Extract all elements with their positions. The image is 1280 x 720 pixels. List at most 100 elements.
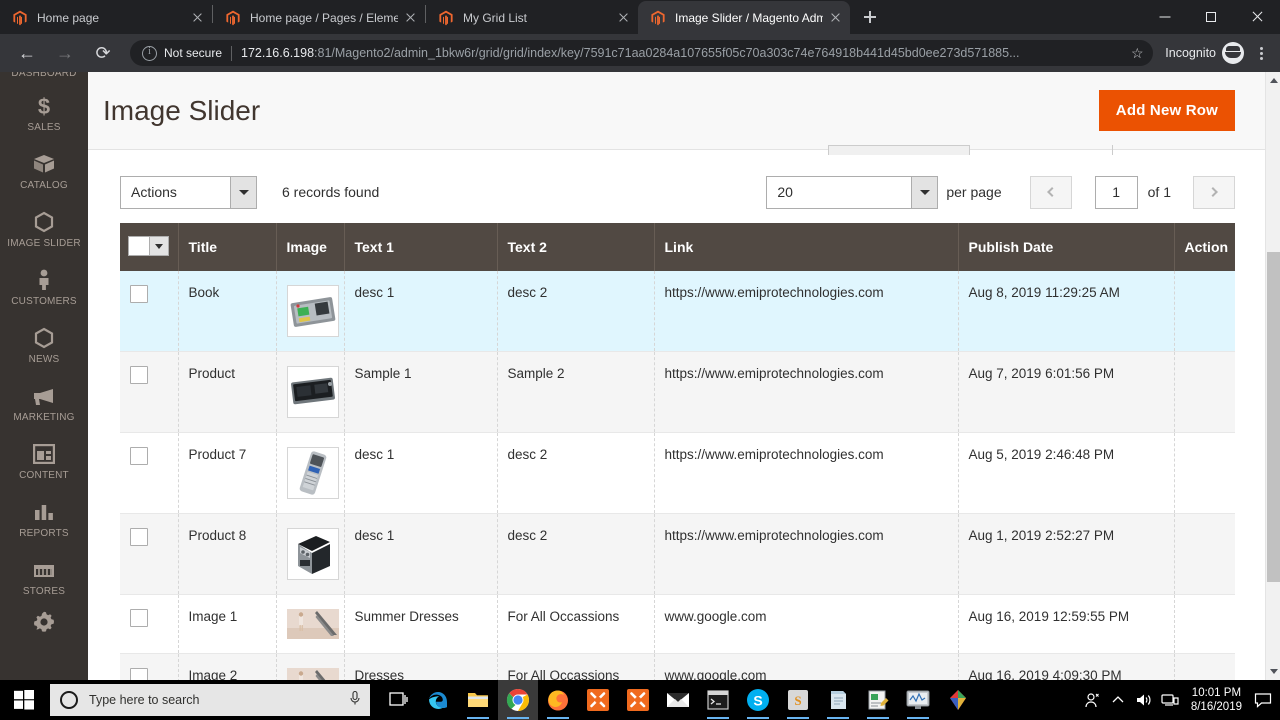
mail-icon[interactable]: [658, 680, 698, 720]
mass-actions-select[interactable]: Actions: [120, 175, 257, 209]
sidebar-item-system[interactable]: [0, 606, 88, 632]
row-select-cell[interactable]: [120, 594, 179, 654]
column-header-text1[interactable]: Text 1: [344, 223, 498, 271]
table-row[interactable]: Book desc 1 desc 2 https://www.emiprotec…: [120, 271, 1235, 352]
back-button[interactable]: ←: [13, 39, 41, 67]
close-icon[interactable]: [827, 9, 844, 26]
chevron-down-icon[interactable]: [149, 237, 168, 255]
column-header-link[interactable]: Link: [654, 223, 959, 271]
scroll-up-arrow-icon[interactable]: [1266, 72, 1280, 89]
browser-tab-1[interactable]: Home page: [0, 1, 212, 34]
browser-tab-2[interactable]: Home page / Pages / Elements /: [213, 1, 425, 34]
cell-action[interactable]: [1174, 351, 1235, 433]
cell-action[interactable]: [1174, 271, 1235, 352]
row-select-cell[interactable]: [120, 271, 179, 352]
cell-action[interactable]: [1174, 653, 1235, 680]
row-select-cell[interactable]: [120, 432, 179, 514]
start-button[interactable]: [0, 680, 48, 720]
maximize-button[interactable]: [1188, 0, 1234, 33]
file-explorer-icon[interactable]: [458, 680, 498, 720]
new-tab-button[interactable]: [856, 3, 884, 31]
chevron-down-icon[interactable]: [911, 175, 939, 209]
diamond-icon[interactable]: [938, 680, 978, 720]
column-header-title[interactable]: Title: [178, 223, 277, 271]
mass-select-dropdown[interactable]: [128, 236, 169, 256]
table-row[interactable]: Product 7 desc 1 desc 2 https://www.emip…: [120, 432, 1235, 514]
profile-indicator[interactable]: Incognito: [1165, 42, 1244, 64]
table-row[interactable]: Product 8 desc 1 desc 2 https://www.emip…: [120, 513, 1235, 595]
row-select-cell[interactable]: [120, 513, 179, 595]
row-checkbox[interactable]: [130, 447, 148, 465]
people-icon[interactable]: [1079, 680, 1105, 720]
forward-button[interactable]: →: [51, 39, 79, 67]
sidebar-item-dashboard[interactable]: DASHBOARD: [0, 72, 88, 84]
cell-action[interactable]: [1174, 432, 1235, 514]
sidebar-item-content[interactable]: CONTENT: [0, 432, 88, 490]
row-checkbox[interactable]: [130, 528, 148, 546]
edge-icon[interactable]: [418, 680, 458, 720]
notepad-icon[interactable]: [818, 680, 858, 720]
action-center-icon[interactable]: [1250, 680, 1276, 720]
next-page-button[interactable]: [1193, 175, 1235, 209]
column-header-text2[interactable]: Text 2: [497, 223, 655, 271]
sidebar-item-stores[interactable]: STORES: [0, 548, 88, 606]
row-checkbox[interactable]: [130, 285, 148, 303]
address-bar[interactable]: Not secure 172.16.6.198:81/Magento2/admi…: [130, 40, 1154, 66]
table-row[interactable]: Image 1 Summer Dresses For All Occassion…: [120, 594, 1235, 654]
row-select-cell[interactable]: [120, 653, 179, 680]
microphone-icon[interactable]: [348, 690, 362, 711]
info-icon[interactable]: [142, 45, 157, 61]
sidebar-item-catalog[interactable]: CATALOG: [0, 142, 88, 200]
sublime-text-icon[interactable]: S: [778, 680, 818, 720]
previous-page-button[interactable]: [1029, 175, 1072, 209]
per-page-select[interactable]: 20: [766, 175, 939, 209]
sidebar-item-reports[interactable]: REPORTS: [0, 490, 88, 548]
taskbar-search-box[interactable]: Type here to search: [50, 684, 370, 716]
row-checkbox[interactable]: [130, 668, 148, 680]
task-view-icon[interactable]: [378, 680, 418, 720]
scrollbar-thumb[interactable]: [1267, 252, 1280, 582]
select-all-header[interactable]: [120, 223, 179, 271]
row-checkbox[interactable]: [130, 366, 148, 384]
row-checkbox[interactable]: [130, 609, 148, 627]
skype-icon[interactable]: S: [738, 680, 778, 720]
sidebar-item-image-slider[interactable]: IMAGE SLIDER: [0, 200, 88, 258]
monitor-icon[interactable]: [898, 680, 938, 720]
select-all-checkbox[interactable]: [129, 237, 149, 255]
column-header-publish-date[interactable]: Publish Date: [958, 223, 1175, 271]
cell-action[interactable]: [1174, 513, 1235, 595]
reload-icon[interactable]: ⟳: [89, 39, 117, 67]
close-icon[interactable]: [402, 9, 419, 26]
sidebar-item-customers[interactable]: CUSTOMERS: [0, 258, 88, 316]
page-number-input[interactable]: 1: [1094, 175, 1138, 209]
sidebar-item-news[interactable]: NEWS: [0, 316, 88, 374]
row-select-cell[interactable]: [120, 351, 179, 433]
taskbar-clock[interactable]: 10:01 PM 8/16/2019: [1183, 686, 1250, 714]
browser-tab-4-active[interactable]: Image Slider / Magento Admin: [638, 1, 850, 34]
network-icon[interactable]: [1157, 680, 1183, 720]
scroll-down-arrow-icon[interactable]: [1266, 663, 1280, 680]
chrome-icon[interactable]: [498, 680, 538, 720]
command-prompt-icon[interactable]: [698, 680, 738, 720]
cell-action[interactable]: [1174, 594, 1235, 654]
sidebar-item-sales[interactable]: $ SALES: [0, 84, 88, 142]
chevron-down-icon[interactable]: [230, 175, 257, 209]
table-row[interactable]: Image 2 Dresses For All Occassions www.g…: [120, 653, 1235, 680]
firefox-icon[interactable]: [538, 680, 578, 720]
show-hidden-icons-chevron-icon[interactable]: [1105, 680, 1131, 720]
column-header-image[interactable]: Image: [276, 223, 345, 271]
table-row[interactable]: Product Sample 1 Sample 2 https://www.em…: [120, 351, 1235, 433]
close-icon[interactable]: [615, 9, 632, 26]
bookmark-star-icon[interactable]: ☆: [1127, 45, 1147, 62]
volume-icon[interactable]: [1131, 680, 1157, 720]
column-header-action[interactable]: Action: [1174, 223, 1235, 271]
xampp-icon[interactable]: [578, 680, 618, 720]
close-icon[interactable]: [189, 9, 206, 26]
page-scrollbar[interactable]: [1265, 72, 1280, 680]
browser-tab-3[interactable]: My Grid List: [426, 1, 638, 34]
editor-icon[interactable]: [858, 680, 898, 720]
sidebar-item-marketing[interactable]: MARKETING: [0, 374, 88, 432]
close-window-button[interactable]: [1234, 0, 1280, 33]
chrome-menu-icon[interactable]: [1250, 45, 1272, 62]
xampp-icon-2[interactable]: [618, 680, 658, 720]
